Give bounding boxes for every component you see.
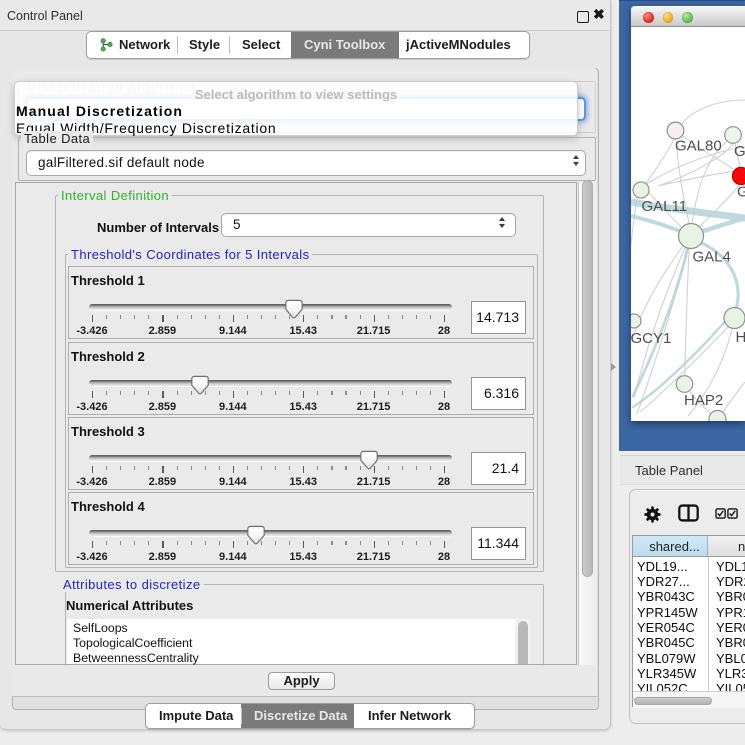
svg-text:G: G [737,184,745,201]
svg-text:GAL11: GAL11 [642,198,688,215]
svg-text:GAL4: GAL4 [693,249,731,266]
svg-text:HAP2: HAP2 [684,392,723,409]
svg-text:H: H [736,329,745,346]
svg-text:GAL80: GAL80 [675,138,722,155]
svg-text:GCY1: GCY1 [631,330,671,347]
svg-text:GA: GA [734,143,745,160]
